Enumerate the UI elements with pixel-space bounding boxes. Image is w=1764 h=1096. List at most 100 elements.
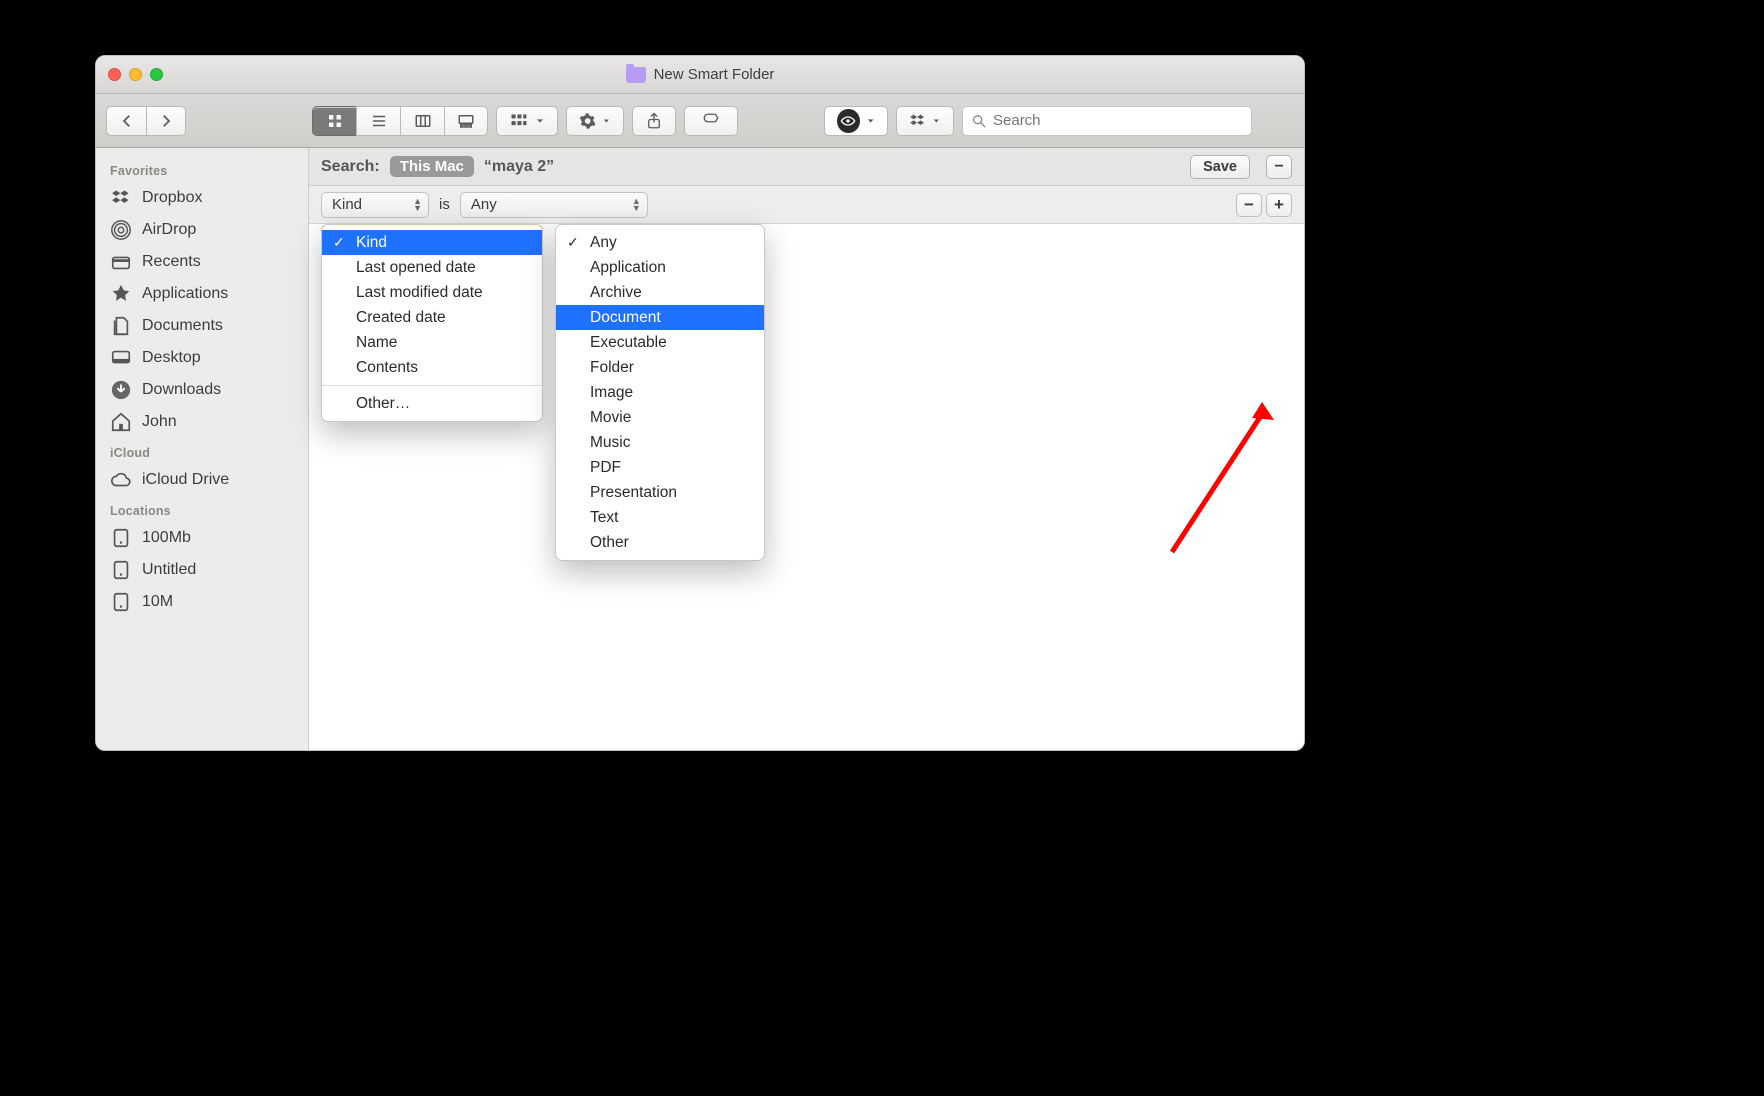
sidebar-item-home[interactable]: John (96, 406, 308, 438)
tags-button[interactable] (684, 106, 738, 136)
sidebar-item-recents[interactable]: Recents (96, 246, 308, 278)
sidebar-item-volume[interactable]: Untitled (96, 554, 308, 586)
scope-this-mac[interactable]: This Mac (390, 156, 474, 177)
search-icon (971, 113, 987, 129)
menu-item[interactable]: Document (556, 305, 764, 330)
menu-item[interactable]: Music (556, 430, 764, 455)
forward-button[interactable] (146, 106, 186, 136)
sidebar-item-volume[interactable]: 10M (96, 586, 308, 618)
share-button[interactable] (632, 106, 676, 136)
add-criteria-button[interactable]: + (1266, 193, 1292, 217)
menu-item[interactable]: Movie (556, 405, 764, 430)
sidebar-item-label: Applications (142, 285, 228, 303)
main-content: Search: This Mac “maya 2” Save − Kind ▲▼… (309, 148, 1304, 750)
remove-criteria-button[interactable]: − (1236, 193, 1262, 217)
sidebar-item-label: John (142, 413, 177, 431)
sidebar-item-label: iCloud Drive (142, 471, 229, 489)
sidebar-item-dropbox[interactable]: Dropbox (96, 182, 308, 214)
menu-item[interactable]: Other (556, 530, 764, 555)
dropbox-icon (110, 187, 132, 209)
sidebar-header-favorites: Favorites (96, 156, 308, 182)
criteria-operator: is (439, 196, 450, 213)
sidebar-item-label: Dropbox (142, 189, 202, 207)
dropbox-icon (909, 111, 926, 131)
menu-item[interactable]: Text (556, 505, 764, 530)
sidebar-header-icloud: iCloud (96, 438, 308, 464)
sidebar-item-applications[interactable]: Applications (96, 278, 308, 310)
sidebar-item-airdrop[interactable]: AirDrop (96, 214, 308, 246)
sidebar-item-label: Recents (142, 253, 201, 271)
menu-item[interactable]: Contents (322, 355, 542, 380)
sidebar-item-label: Desktop (142, 349, 201, 367)
sidebar-item-icloud-drive[interactable]: iCloud Drive (96, 464, 308, 496)
sidebar-item-desktop[interactable]: Desktop (96, 342, 308, 374)
remove-search-button[interactable]: − (1266, 155, 1292, 179)
sidebar-item-volume[interactable]: 100Mb (96, 522, 308, 554)
menu-item[interactable]: Image (556, 380, 764, 405)
share-icon (645, 112, 663, 130)
menu-item[interactable]: Archive (556, 280, 764, 305)
cloud-icon (110, 469, 132, 491)
airdrop-icon (110, 219, 132, 241)
group-by-button[interactable] (496, 106, 558, 136)
back-button[interactable] (106, 106, 146, 136)
menu-item[interactable]: Executable (556, 330, 764, 355)
search-input[interactable] (993, 112, 1243, 129)
criteria-value-select[interactable]: Any ▲▼ (460, 192, 648, 218)
finder-window: New Smart Folder (95, 55, 1305, 751)
menu-item[interactable]: Application (556, 255, 764, 280)
menu-item[interactable]: Folder (556, 355, 764, 380)
chevron-down-icon (602, 116, 611, 126)
gallery-view-button[interactable] (444, 106, 488, 136)
menu-item[interactable]: Last opened date (322, 255, 542, 280)
window-controls (108, 68, 163, 81)
save-button[interactable]: Save (1190, 155, 1250, 179)
scope-folder[interactable]: “maya 2” (484, 158, 554, 176)
documents-icon (110, 315, 132, 337)
view-mode-buttons (312, 106, 488, 136)
menu-item[interactable]: PDF (556, 455, 764, 480)
chevron-down-icon (535, 116, 545, 126)
grid-icon (326, 112, 344, 130)
criteria-attribute-select[interactable]: Kind ▲▼ (321, 192, 429, 218)
menu-item[interactable]: Name (322, 330, 542, 355)
action-menu-button[interactable] (566, 106, 624, 136)
eye-icon (837, 109, 860, 133)
zoom-window-button[interactable] (150, 68, 163, 81)
column-view-button[interactable] (400, 106, 444, 136)
menu-item[interactable]: Any (556, 230, 764, 255)
window-title: New Smart Folder (654, 66, 775, 83)
menu-item[interactable]: Last modified date (322, 280, 542, 305)
close-window-button[interactable] (108, 68, 121, 81)
tag-icon (702, 112, 720, 130)
chevron-right-icon (157, 112, 175, 130)
smart-folder-icon (626, 67, 646, 83)
search-label: Search: (321, 158, 380, 176)
toolbar-search[interactable] (962, 106, 1252, 136)
sidebar-item-label: AirDrop (142, 221, 196, 239)
icon-view-button[interactable] (312, 106, 356, 136)
home-icon (110, 411, 132, 433)
menu-item[interactable]: Kind (322, 230, 542, 255)
menu-item-other[interactable]: Other… (322, 391, 542, 416)
list-view-button[interactable] (356, 106, 400, 136)
chevron-down-icon (866, 116, 875, 126)
menu-item[interactable]: Created date (322, 305, 542, 330)
columns-icon (414, 112, 432, 130)
gear-icon (579, 111, 596, 131)
sidebar-item-documents[interactable]: Documents (96, 310, 308, 342)
disk-icon (110, 527, 132, 549)
chevron-down-icon (932, 116, 941, 126)
applications-icon (110, 283, 132, 305)
recents-icon (110, 251, 132, 273)
minimize-window-button[interactable] (129, 68, 142, 81)
privacy-button[interactable] (824, 106, 888, 136)
sidebar-item-downloads[interactable]: Downloads (96, 374, 308, 406)
list-icon (370, 112, 388, 130)
sidebar-item-label: Documents (142, 317, 223, 335)
dropbox-menu-button[interactable] (896, 106, 954, 136)
sidebar-item-label: Downloads (142, 381, 221, 399)
results-area: Kind Last opened date Last modified date… (309, 224, 1304, 750)
menu-item[interactable]: Presentation (556, 480, 764, 505)
chevron-left-icon (118, 112, 136, 130)
